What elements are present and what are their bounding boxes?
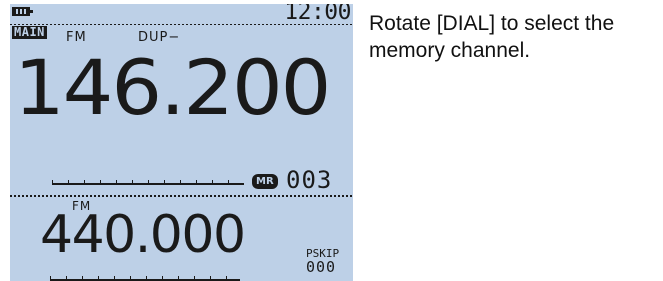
band-separator bbox=[10, 195, 353, 197]
band-a-frequency: 146.200 bbox=[14, 43, 331, 132]
radio-lcd-display: 12:00 MAIN FM DUP− 146.200 MR 003 FM 440… bbox=[10, 4, 353, 281]
memory-mode-badge: MR bbox=[252, 174, 278, 189]
instruction-text: Rotate [DIAL] to select the memory chann… bbox=[369, 12, 615, 62]
band-b-frequency: 440.000 bbox=[40, 205, 246, 265]
clock: 12:00 bbox=[284, 4, 351, 25]
status-separator bbox=[10, 24, 353, 25]
memory-channel-number: 003 bbox=[286, 166, 333, 194]
main-band-badge: MAIN bbox=[12, 25, 47, 39]
battery-icon bbox=[12, 7, 33, 16]
band-a-s-meter bbox=[52, 180, 244, 185]
band-b-channel-number: 000 bbox=[306, 258, 337, 276]
